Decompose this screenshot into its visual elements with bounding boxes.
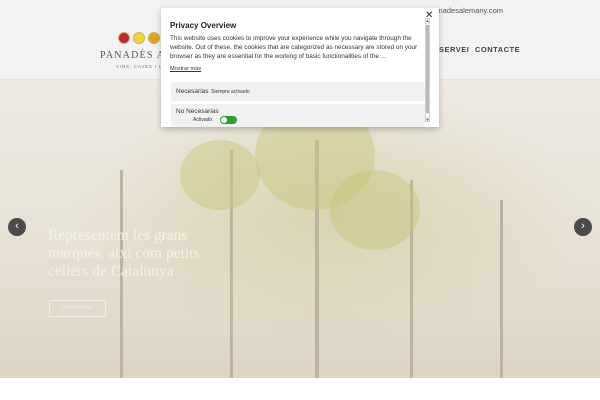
category-label: No Necesarias <box>176 108 219 115</box>
contact-email[interactable]: panadesalemany.com <box>430 6 503 15</box>
site-logo[interactable]: PANADÈS ALEM VINS, CAVES I LICO <box>100 32 189 76</box>
logo-emblem <box>118 32 160 44</box>
modal-scrollbar[interactable]: ▲ ▼ <box>425 18 430 122</box>
page-bottom-strip <box>0 378 600 400</box>
category-status: Siempre activado <box>211 89 250 95</box>
modal-title: Privacy Overview <box>170 21 237 30</box>
cookie-category-necessary[interactable]: Necesarias Siempre activado <box>171 82 425 101</box>
hero-heading: Representem les grans marques, així com … <box>48 227 200 280</box>
nav-item-contacte[interactable]: CONTACTE <box>475 45 520 54</box>
cookie-category-non-necessary[interactable]: No Necesarias Activado <box>171 104 425 127</box>
cookie-consent-modal: ✕ Privacy Overview This website uses coo… <box>161 8 439 127</box>
chevron-right-icon[interactable]: › <box>574 218 592 236</box>
hero-cta-button[interactable]: Veure més <box>49 300 106 317</box>
logo-yellow-circle <box>133 32 145 44</box>
show-more-link[interactable]: Mostrar más <box>170 66 201 72</box>
logo-orange-circle <box>148 32 160 44</box>
non-necessary-toggle[interactable] <box>220 116 237 124</box>
logo-red-circle <box>118 32 130 44</box>
scrollbar-thumb[interactable] <box>426 25 429 113</box>
chevron-left-icon[interactable]: ‹ <box>8 218 26 236</box>
scroll-up-icon[interactable]: ▲ <box>425 18 430 23</box>
category-status: Activado <box>193 117 213 123</box>
scroll-down-icon[interactable]: ▼ <box>425 117 430 122</box>
modal-description: This website uses cookies to improve you… <box>170 35 418 60</box>
toggle-knob <box>221 117 227 123</box>
nav-item-servei[interactable]: SERVEI <box>439 45 469 54</box>
category-label: Necesarias <box>176 88 209 95</box>
